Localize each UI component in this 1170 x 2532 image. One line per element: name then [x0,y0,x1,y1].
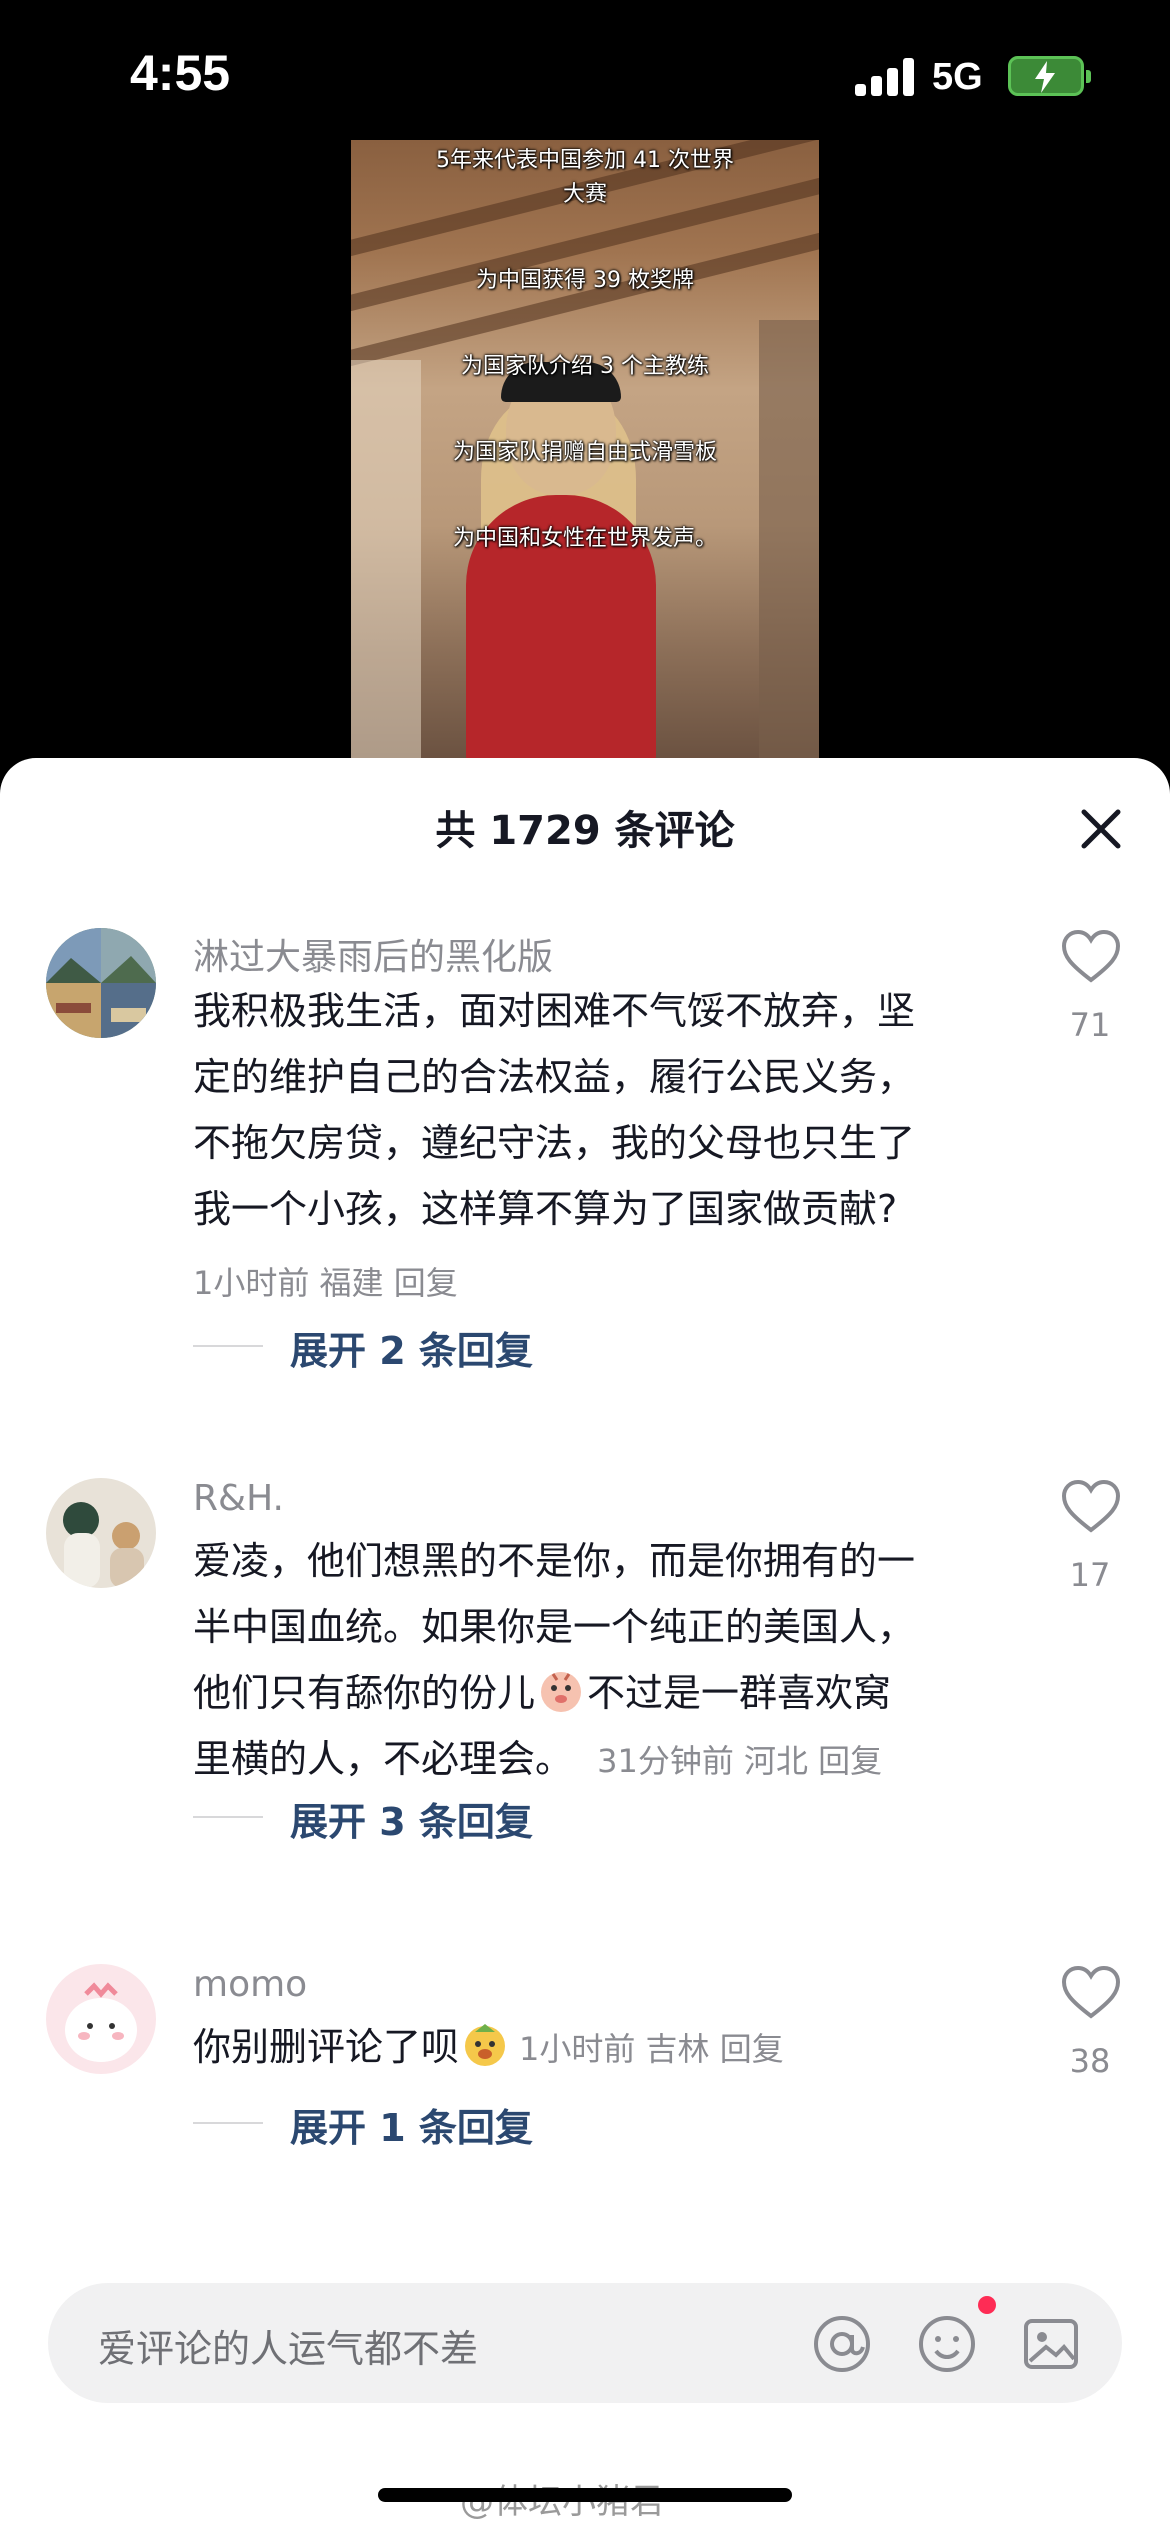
expand-divider [193,1816,263,1818]
at-icon[interactable] [811,2313,873,2375]
expand-divider [193,1345,263,1347]
comment-text-line: 他们只有舔你的份儿 不过是一群喜欢窝 [193,1660,1023,1726]
signal-strength-icon [855,56,915,96]
video-caption: 大赛 [562,182,607,207]
image-icon[interactable] [1020,2313,1082,2375]
comment-meta[interactable]: 1小时前 福建 回复 [193,1258,458,1304]
video-caption: 为国家队介绍 3 个主教练 [461,354,709,379]
status-bar: 4:55 5G [0,0,1170,150]
comment-text-line: 不拖欠房贷，遵纪守法，我的父母也只生了 [193,1121,916,1165]
status-time: 4:55 [130,45,231,101]
heart-icon[interactable] [1060,1964,1122,2024]
emoji-icon[interactable] [916,2313,978,2375]
video-caption: 为中国和女性在世界发声。 [452,526,717,551]
comment-text: 你别删评论了呗 1小时前 吉林 回复 [193,2014,1023,2082]
avatar[interactable] [46,928,156,1038]
comment-text-segment: 你别删评论了呗 [193,2025,460,2069]
heart-icon[interactable] [1060,1478,1122,1538]
expand-divider [193,2122,263,2124]
emoji-icon [537,1666,585,1714]
avatar[interactable] [46,1964,156,2074]
comment-text: 我积极我生活，面对困难不气馁不放弃，坚 定的维护自己的合法权益，履行公民义务， … [193,978,1023,1242]
comment-text-line: 爱凌，他们想黑的不是你，而是你拥有的一 [193,1539,916,1583]
expand-replies-button[interactable]: 展开 2 条回复 [290,1320,533,1375]
comment-text-segment: 他们只有舔你的份儿 [193,1671,536,1715]
comment-username[interactable]: R&H. [193,1478,284,1519]
heart-icon[interactable] [1060,928,1122,988]
comment-meta[interactable]: 1小时前 吉林 回复 [519,2030,784,2068]
video-caption: 为国家队捐赠自由式滑雪板 [452,440,717,465]
expand-replies-button[interactable]: 展开 3 条回复 [290,1791,533,1846]
comment-text-line: 半中国血统。如果你是一个纯正的美国人， [193,1605,916,1649]
battery-icon [1008,56,1091,96]
home-indicator[interactable] [378,2488,792,2502]
comment-text-line: 定的维护自己的合法权益，履行公民义务， [193,1055,916,1099]
comment-text-line: 我一个小孩，这样算不算为了国家做贡献? [193,1187,898,1231]
network-type: 5G [932,56,983,98]
avatar[interactable] [46,1478,156,1588]
comments-sheet: 共 1729 条评论 淋过大暴雨后的黑化版 我积极我生活，面对困难不气馁不放弃，… [0,758,1170,2532]
like-count: 38 [1069,2042,1111,2080]
expand-replies-button[interactable]: 展开 1 条回复 [290,2097,533,2152]
notification-dot [978,2296,996,2314]
comment-text-line: 我积极我生活，面对困难不气馁不放弃，坚 [193,989,916,1033]
video-player[interactable]: 5年来代表中国参加 41 次世界 大赛 为中国获得 39 枚奖牌 为国家队介绍 … [351,140,819,762]
comment-text-segment: 不过是一群喜欢窝 [587,1671,892,1715]
emoji-icon [461,2020,509,2068]
comments-count-title: 共 1729 条评论 [435,808,735,854]
close-icon[interactable] [1070,798,1132,860]
video-caption: 5年来代表中国参加 41 次世界 [436,148,734,173]
comment-input-placeholder[interactable]: 爱评论的人运气都不差 [98,2318,478,2373]
comment-input-bar[interactable]: 爱评论的人运气都不差 [48,2283,1122,2403]
comment-username[interactable]: momo [193,1964,307,2005]
like-count: 17 [1069,1556,1111,1594]
comment-meta[interactable]: 31分钟前 河北 回复 [597,1742,882,1780]
video-caption: 为中国获得 39 枚奖牌 [476,268,694,293]
comment-text-line: 里横的人，不必理会。 31分钟前 河北 回复 [193,1726,1023,1794]
comment-text: 爱凌，他们想黑的不是你，而是你拥有的一 半中国血统。如果你是一个纯正的美国人， … [193,1528,1023,1794]
comment-text-segment: 里横的人，不必理会。 [193,1737,574,1781]
comment-username[interactable]: 淋过大暴雨后的黑化版 [193,928,553,980]
like-count: 71 [1069,1006,1111,1044]
